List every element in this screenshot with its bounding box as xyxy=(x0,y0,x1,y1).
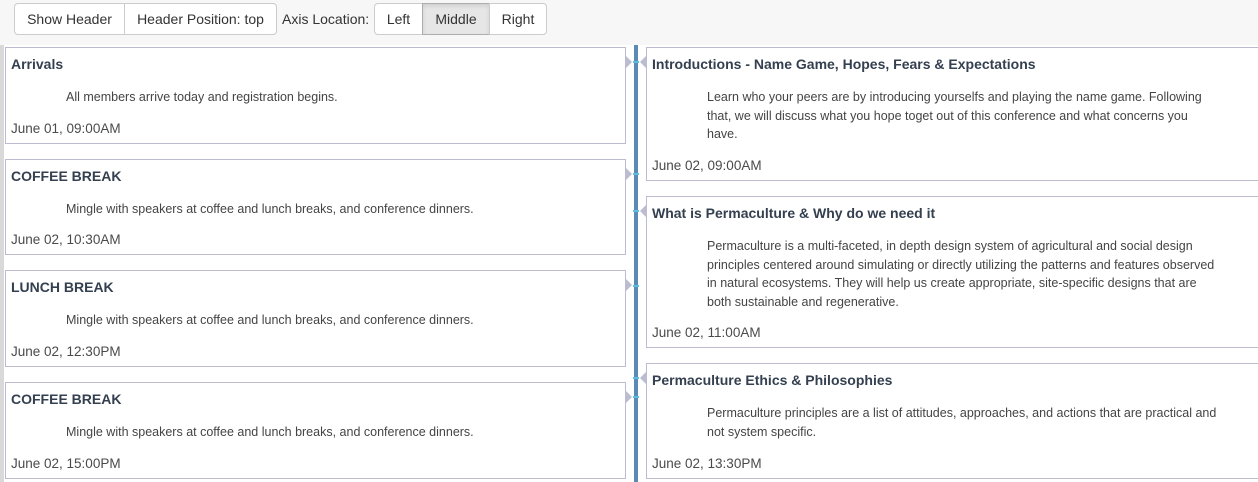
event-description: Mingle with speakers at coffee and lunch… xyxy=(66,313,474,327)
timeline-event: COFFEE BREAK Mingle with speakers at cof… xyxy=(5,159,632,255)
event-description: Permaculture is a multi-faceted, in dept… xyxy=(707,239,1215,309)
timeline-event: What is Permaculture & Why do we need it… xyxy=(640,196,1258,348)
event-title: COFFEE BREAK xyxy=(11,391,122,407)
event-time: June 02, 13:30PM xyxy=(652,456,762,471)
timeline-event: LUNCH BREAK Mingle with speakers at coff… xyxy=(5,270,632,367)
timeline-event: Introductions - Name Game, Hopes, Fears … xyxy=(640,47,1258,181)
toolbar: Show Header Header Position: top Axis Lo… xyxy=(0,0,1258,45)
event-description: Learn who your peers are by introducing … xyxy=(707,90,1202,141)
show-header-button[interactable]: Show Header xyxy=(14,3,125,35)
event-description: Permaculture principles are a list of at… xyxy=(707,406,1217,439)
event-description: All members arrive today and registratio… xyxy=(66,90,338,104)
connector-dot xyxy=(633,61,639,63)
axis-middle-button[interactable]: Middle xyxy=(422,3,490,35)
axis-location-label: Axis Location: xyxy=(282,11,370,27)
header-position-button[interactable]: Header Position: top xyxy=(124,3,277,35)
event-title: Arrivals xyxy=(11,56,64,72)
event-time: June 02, 15:00PM xyxy=(11,456,121,471)
event-time: June 02, 11:00AM xyxy=(652,325,761,340)
connector-dot xyxy=(633,377,639,379)
connector-dot xyxy=(633,396,639,398)
event-title: Introductions - Name Game, Hopes, Fears … xyxy=(652,56,1036,72)
connector-dot xyxy=(633,210,639,212)
event-time: June 02, 09:00AM xyxy=(652,158,762,173)
event-title: LUNCH BREAK xyxy=(11,279,114,295)
event-title: Permaculture Ethics & Philosophies xyxy=(652,372,893,388)
event-time: June 01, 09:00AM xyxy=(11,121,121,136)
event-time: June 02, 12:30PM xyxy=(11,344,121,359)
axis-left-button[interactable]: Left xyxy=(374,3,423,35)
timeline-event: COFFEE BREAK Mingle with speakers at cof… xyxy=(5,382,632,479)
timeline-event: Permaculture Ethics & Philosophies Perma… xyxy=(640,363,1258,479)
scroll-edge xyxy=(0,45,4,482)
axis-right-button[interactable]: Right xyxy=(489,3,547,35)
event-title: What is Permaculture & Why do we need it xyxy=(652,205,936,221)
timeline-axis xyxy=(634,45,638,482)
event-title: COFFEE BREAK xyxy=(11,168,122,184)
timeline-event: Arrivals All members arrive today and re… xyxy=(5,47,632,144)
connector-dot xyxy=(633,173,639,175)
event-description: Mingle with speakers at coffee and lunch… xyxy=(66,425,474,439)
event-description: Mingle with speakers at coffee and lunch… xyxy=(66,202,474,216)
event-time: June 02, 10:30AM xyxy=(11,232,121,247)
connector-dot xyxy=(633,285,639,287)
